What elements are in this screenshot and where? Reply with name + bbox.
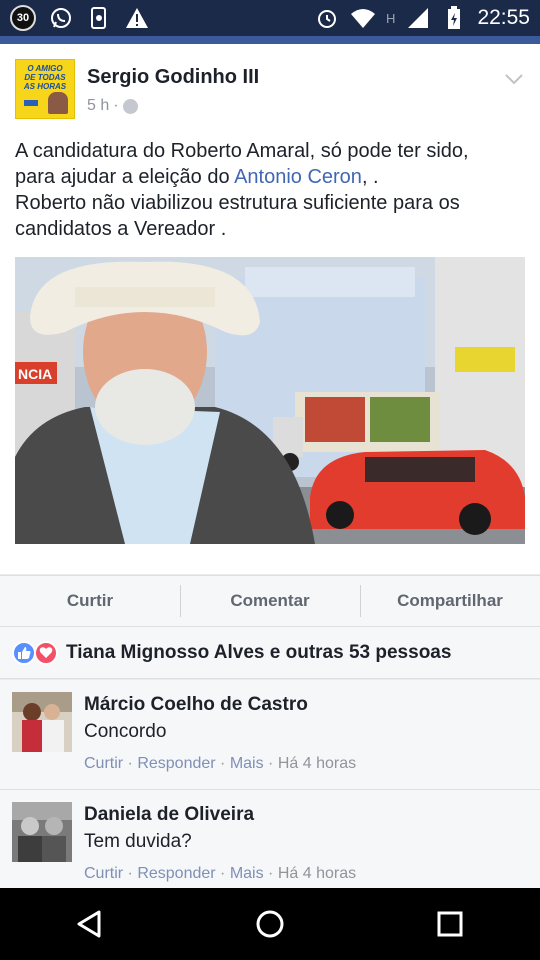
warning-icon — [124, 5, 150, 31]
commenter-avatar[interactable] — [12, 692, 72, 752]
share-button[interactable]: Compartilhar — [360, 576, 540, 626]
comment-text: Tem duvida? — [84, 831, 192, 852]
comment-more-link[interactable]: Mais — [230, 865, 264, 882]
commenter-name[interactable]: Daniela de Oliveira — [84, 804, 254, 826]
comment-item: Márcio Coelho de Castro Concordo Curtir … — [0, 680, 540, 790]
meta-separator: · — [113, 97, 119, 114]
photo-sign-text: NCIA — [18, 366, 52, 382]
mention-link[interactable]: Antonio Ceron — [234, 166, 362, 188]
post-actions: Curtir Comentar Compartilhar — [0, 575, 540, 627]
alarm-icon — [314, 5, 340, 31]
heart-icon — [34, 640, 58, 665]
commenter-avatar[interactable] — [12, 802, 72, 862]
recents-icon[interactable] — [420, 894, 480, 954]
commenter-name[interactable]: Márcio Coelho de Castro — [84, 694, 308, 716]
network-type-label: H — [386, 10, 396, 26]
avatar-logo-mark — [24, 100, 38, 106]
app-header-strip — [0, 36, 540, 44]
clock: 22:55 — [477, 6, 530, 29]
android-nav-bar — [0, 888, 540, 960]
reactions-text: Tiana Mignosso Alves e outras 53 pessoas — [66, 641, 452, 663]
comment-reply-link[interactable]: Responder — [137, 865, 215, 882]
author-avatar[interactable]: O AMIGO DE TODAS AS HORAS — [15, 59, 75, 119]
status-bar: 30 H 22:55 — [0, 0, 540, 36]
signal-icon — [405, 5, 431, 31]
wifi-icon — [350, 5, 376, 31]
whatsapp-icon — [48, 5, 74, 31]
comment-meta: Curtir · Responder · Mais · Há 4 horas — [84, 755, 357, 772]
phone-settings-icon — [86, 5, 112, 31]
battery-icon — [441, 5, 467, 31]
comment-reply-link[interactable]: Responder — [137, 755, 215, 772]
notification-count-badge: 30 — [10, 5, 36, 31]
reactions-summary[interactable]: Tiana Mignosso Alves e outras 53 pessoas — [0, 627, 540, 679]
post-meta: 5 h · — [87, 97, 138, 115]
comment-item: Daniela de Oliveira Tem duvida? Curtir ·… — [0, 790, 540, 900]
comment-meta: Curtir · Responder · Mais · Há 4 horas — [84, 865, 357, 882]
post-author-name[interactable]: Sergio Godinho III — [87, 66, 259, 89]
back-icon[interactable] — [60, 894, 120, 954]
chevron-down-icon[interactable] — [504, 72, 524, 86]
like-button[interactable]: Curtir — [0, 576, 180, 626]
comment-more-link[interactable]: Mais — [230, 755, 264, 772]
comment-button[interactable]: Comentar — [180, 576, 360, 626]
comment-time: Há 4 horas — [277, 865, 357, 882]
thumbs-up-icon — [12, 640, 36, 665]
reaction-icons — [12, 640, 62, 666]
globe-icon — [122, 98, 138, 114]
comment-like-link[interactable]: Curtir — [84, 865, 123, 882]
avatar-logo-text: O AMIGO DE TODAS AS HORAS — [23, 64, 67, 91]
post-time[interactable]: 5 h — [87, 97, 109, 115]
post-photo[interactable]: NCIA — [15, 257, 525, 544]
post-text: A candidatura do Roberto Amaral, só pode… — [15, 140, 469, 240]
avatar-portrait — [48, 92, 68, 114]
home-icon[interactable] — [240, 894, 300, 954]
comment-time: Há 4 horas — [277, 755, 357, 772]
post-card: O AMIGO DE TODAS AS HORAS Sergio Godinho… — [0, 44, 540, 574]
comment-like-link[interactable]: Curtir — [84, 755, 123, 772]
comment-text: Concordo — [84, 721, 167, 742]
